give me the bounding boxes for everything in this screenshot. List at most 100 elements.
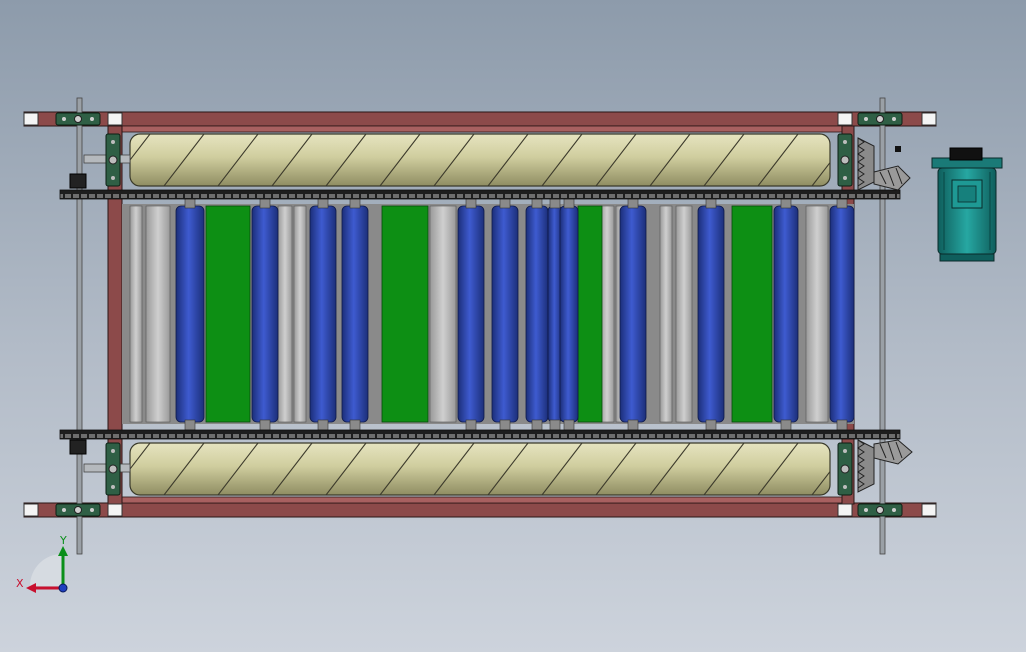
roller-bracket (563, 197, 575, 209)
connector-top (895, 146, 901, 152)
grey-slat (129, 205, 143, 423)
grey-slat (293, 205, 307, 423)
grey-slat (277, 205, 293, 423)
motor-icon (931, 147, 1003, 262)
motor[interactable] (931, 147, 1003, 262)
frame-bottom-rail (23, 502, 937, 518)
bearing-bolt (111, 485, 115, 489)
left-shaft (76, 97, 83, 555)
bearing-bolt (108, 464, 118, 474)
grey-slat (145, 205, 171, 423)
bearing-bolt (111, 140, 115, 144)
chain-bottom (59, 429, 901, 440)
right-shaft (879, 97, 886, 555)
bearing-bolt (876, 115, 884, 123)
gear-connector (895, 146, 901, 152)
blue-roller (457, 205, 485, 423)
axis-x-label: X (16, 577, 24, 590)
roller-bracket (705, 197, 717, 209)
motor-shaft-end (949, 147, 983, 161)
grey-slat (659, 205, 673, 423)
roller-bracket (836, 419, 848, 431)
green-belt (205, 205, 251, 423)
blue-roller (773, 205, 799, 423)
blue-roller (697, 205, 725, 423)
bearing-bolt (111, 176, 115, 180)
roller-bracket (465, 419, 477, 431)
end-cap (23, 503, 39, 517)
roller-bracket (317, 197, 329, 209)
green-belt (381, 205, 429, 423)
roller-bracket (836, 197, 848, 209)
end-cap (107, 112, 123, 126)
blue-roller (619, 205, 647, 423)
bearing-bolt (840, 464, 850, 474)
bearing-bolt (74, 506, 82, 514)
bearing-bolt (843, 485, 847, 489)
motor-terminal-inner (957, 185, 977, 203)
bottom-drum (83, 442, 831, 496)
blue-roller (491, 205, 519, 423)
green-belt (731, 205, 773, 423)
end-cap (837, 503, 853, 517)
tensioner-block (69, 439, 87, 455)
frame-left-side (107, 195, 123, 437)
bearing-bolt (876, 506, 884, 514)
roller-bracket (184, 419, 196, 431)
grey-slat (675, 205, 693, 423)
roller-bracket (317, 419, 329, 431)
bearing-bolt (843, 176, 847, 180)
frame-top-rail (23, 111, 937, 127)
frame-top-rail-inner (121, 125, 843, 133)
frame-bottom-rail-inner (121, 496, 843, 504)
roller-bracket (259, 197, 271, 209)
bearing-bolt (62, 117, 66, 121)
bearing-bolt (62, 508, 66, 512)
bearing-bolt (892, 117, 896, 121)
roller-bracket (705, 419, 717, 431)
bearing-bolt (843, 140, 847, 144)
roller-bracket (531, 197, 543, 209)
green-belt (577, 205, 603, 423)
motor-foot (939, 253, 995, 262)
roller-bracket (627, 419, 639, 431)
bearing-bolt (90, 508, 94, 512)
roller-bracket (349, 197, 361, 209)
roller-bracket (349, 419, 361, 431)
bearing-bolt (90, 117, 94, 121)
roller-bracket (465, 197, 477, 209)
roller-bracket (627, 197, 639, 209)
coordinate-triad-icon: Y X (16, 534, 68, 593)
blue-roller (251, 205, 279, 423)
axis-y-label: Y (59, 534, 67, 547)
blue-roller (341, 205, 369, 423)
bearing-bolt (864, 117, 868, 121)
blue-roller (309, 205, 337, 423)
bearing-bolt (892, 508, 896, 512)
bearing-bolt (111, 449, 115, 453)
grey-slat (805, 205, 829, 423)
tensioner-block (69, 173, 87, 189)
end-cap (107, 503, 123, 517)
bearing-bolt (843, 449, 847, 453)
end-cap (837, 112, 853, 126)
blue-roller (525, 205, 549, 423)
blue-roller (829, 205, 855, 423)
end-cap (23, 112, 39, 126)
roller-bracket (780, 419, 792, 431)
roller-bed (122, 197, 855, 431)
roller-bracket (780, 197, 792, 209)
roller-bracket (259, 419, 271, 431)
bearing-bolt (864, 508, 868, 512)
roller-bracket (499, 419, 511, 431)
roller-bracket (184, 197, 196, 209)
roller-bracket (549, 197, 561, 209)
blue-roller (175, 205, 205, 423)
roller-bracket (549, 419, 561, 431)
cad-viewport[interactable]: Y X (0, 0, 1026, 652)
bearing-bolt (74, 115, 82, 123)
roller-bracket (563, 419, 575, 431)
end-cap (921, 112, 937, 126)
grey-slat (429, 205, 457, 423)
end-cap (921, 503, 937, 517)
